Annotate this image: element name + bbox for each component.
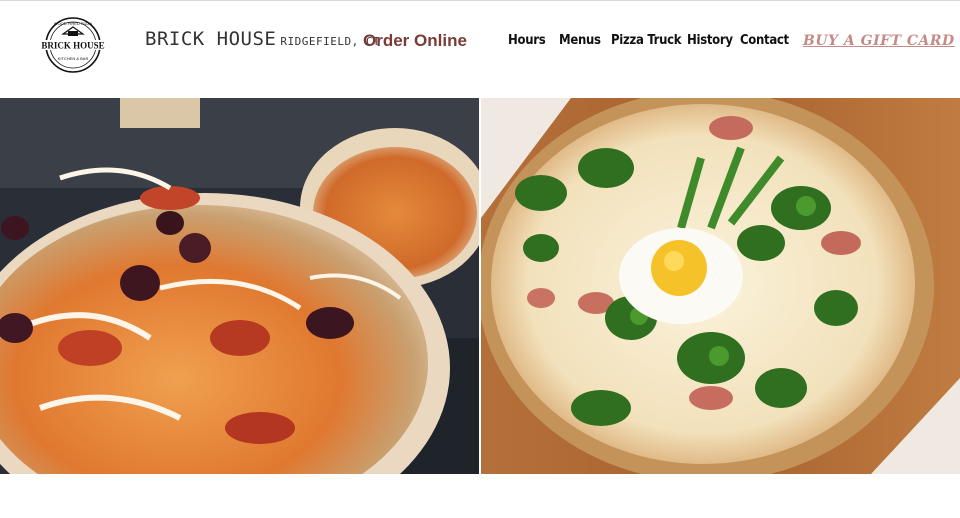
brand-title[interactable]: BRICK HOUSE RIDGEFIELD, CT [145, 28, 380, 50]
nav-contact[interactable]: Contact [740, 33, 789, 48]
svg-text:KITCHEN & BAR: KITCHEN & BAR [58, 56, 89, 61]
pizza-olives-image [0, 98, 479, 474]
nav-history[interactable]: History [687, 33, 733, 48]
nav-pizza-truck[interactable]: Pizza Truck [611, 33, 682, 48]
logo-icon: BRICK HOUSE WOOD FIRED PIZZA KITCHEN & B… [39, 17, 107, 73]
svg-text:BRICK HOUSE: BRICK HOUSE [41, 41, 104, 51]
site-header: BRICK HOUSE WOOD FIRED PIZZA KITCHEN & B… [0, 0, 960, 98]
brand-name: BRICK HOUSE [145, 28, 277, 50]
below-hero-space [0, 474, 960, 518]
order-online-link[interactable]: Order Online [363, 31, 467, 51]
hero-image-left [0, 98, 479, 474]
pizza-egg-image [481, 98, 960, 474]
nav-menus[interactable]: Menus [559, 33, 601, 48]
brick-house-logo[interactable]: BRICK HOUSE WOOD FIRED PIZZA KITCHEN & B… [37, 16, 109, 74]
hero-image-right [481, 98, 960, 474]
nav-hours[interactable]: Hours [508, 33, 546, 48]
svg-text:WOOD FIRED PIZZA: WOOD FIRED PIZZA [54, 21, 93, 26]
buy-gift-card-link[interactable]: BUY A GIFT CARD [803, 33, 955, 49]
